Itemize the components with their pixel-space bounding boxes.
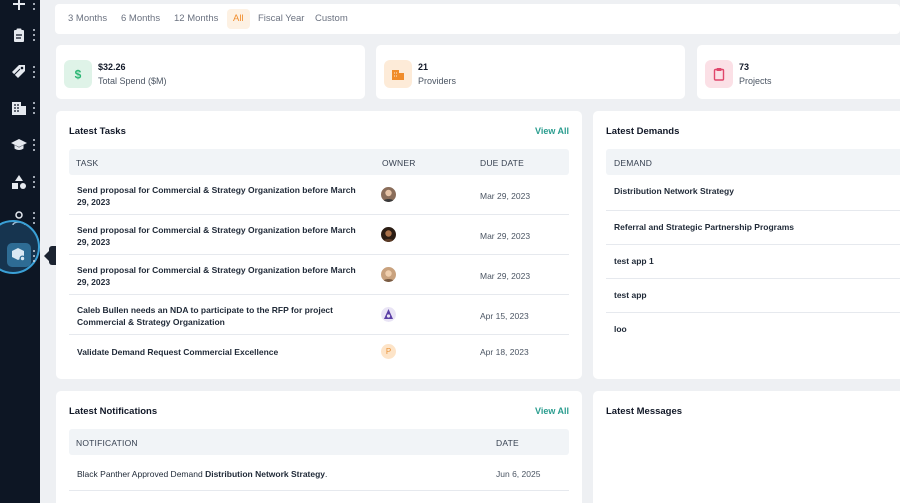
period-3-months[interactable]: 3 Months (62, 9, 113, 29)
more-icon[interactable] (32, 176, 35, 188)
list-item[interactable]: test app (606, 279, 900, 313)
latest-messages-panel: Latest Messages (593, 391, 900, 503)
period-custom[interactable]: Custom (309, 9, 354, 29)
stat-label: Total Spend ($M) (98, 76, 167, 86)
clipboard-icon (11, 27, 27, 43)
sidebar-item-admin[interactable] (7, 243, 31, 267)
task-name[interactable]: Send proposal for Commercial & Strategy … (77, 184, 367, 208)
due-date: Apr 15, 2023 (480, 311, 529, 321)
stat-card-total-spend[interactable]: $ $32.26 Total Spend ($M) (56, 45, 365, 99)
owner-avatar (381, 307, 396, 322)
more-icon[interactable] (32, 66, 35, 78)
demand-name[interactable]: Distribution Network Strategy (614, 186, 734, 196)
table-row[interactable]: Caleb Bullen needs an NDA to participate… (69, 295, 569, 335)
stat-card-providers[interactable]: 21 Providers (376, 45, 685, 99)
sidebar-item-categories[interactable] (0, 168, 40, 196)
view-all-notifications-link[interactable]: View All (535, 406, 569, 416)
column-header-date[interactable]: DATE (496, 438, 519, 448)
shapes-icon (11, 174, 27, 190)
demands-table-header: DEMAND (606, 149, 900, 175)
stat-value: 73 (739, 62, 750, 72)
latest-notifications-panel: Latest Notifications View All NOTIFICATI… (56, 391, 582, 503)
task-name[interactable]: Send proposal for Commercial & Strategy … (77, 224, 367, 248)
list-item[interactable]: test app 1 (606, 245, 900, 279)
owner-avatar (381, 187, 396, 202)
demand-name[interactable]: test app (614, 290, 647, 300)
graduation-cap-icon (11, 137, 27, 153)
sidebar-item-tags[interactable] (0, 58, 40, 86)
notifications-table-header: NOTIFICATION DATE (69, 429, 569, 455)
period-fiscal-year[interactable]: Fiscal Year (252, 9, 310, 29)
task-name[interactable]: Send proposal for Commercial & Strategy … (77, 264, 367, 288)
sidebar-item-tasks[interactable] (0, 21, 40, 49)
sidebar-item-providers[interactable] (0, 94, 40, 122)
more-icon[interactable] (32, 250, 35, 262)
period-12-months[interactable]: 12 Months (168, 9, 224, 29)
task-name[interactable]: Caleb Bullen needs an NDA to participate… (77, 304, 367, 328)
panel-title: Latest Messages (606, 406, 683, 417)
demand-name[interactable]: loo (614, 324, 627, 334)
building-icon (384, 60, 412, 88)
more-icon[interactable] (32, 212, 35, 224)
latest-demands-panel: Latest Demands DEMAND Distribution Netwo… (593, 111, 900, 379)
stat-label: Providers (418, 76, 457, 86)
panel-title: Latest Notifications (69, 406, 158, 417)
tags-icon (11, 64, 27, 80)
due-date: Mar 29, 2023 (480, 191, 531, 201)
column-header-demand[interactable]: DEMAND (614, 158, 652, 168)
demand-name[interactable]: Referral and Strategic Partnership Progr… (614, 222, 794, 232)
period-all[interactable]: All (227, 9, 250, 29)
dollar-icon: $ (64, 60, 92, 88)
stat-label: Projects (739, 76, 772, 86)
owner-avatar (381, 227, 396, 242)
clipboard-icon (705, 60, 733, 88)
sidebar-item-learning[interactable] (0, 131, 40, 159)
list-item[interactable]: Referral and Strategic Partnership Progr… (606, 211, 900, 245)
list-item[interactable]: Distribution Network Strategy (606, 175, 900, 211)
stat-value: 21 (418, 62, 429, 72)
column-header-due-date[interactable]: DUE DATE (480, 158, 524, 168)
sidebar-item-add[interactable] (0, 0, 40, 18)
building-icon (11, 100, 27, 116)
notification-text[interactable]: Black Panther Approved Demand Distributi… (77, 469, 327, 479)
due-date: Apr 18, 2023 (480, 347, 529, 357)
list-item[interactable]: loo (606, 313, 900, 347)
due-date: Mar 29, 2023 (480, 231, 531, 241)
panel-title: Latest Demands (606, 126, 680, 137)
period-6-months[interactable]: 6 Months (115, 9, 166, 29)
table-row[interactable]: Send proposal for Commercial & Strategy … (69, 175, 569, 215)
stat-value: $32.26 (98, 62, 126, 72)
table-row[interactable]: Black Panther Approved Demand Distributi… (69, 455, 569, 491)
due-date: Mar 29, 2023 (480, 271, 531, 281)
more-icon[interactable] (32, 29, 35, 41)
more-icon[interactable] (32, 102, 35, 114)
svg-text:$: $ (75, 68, 82, 82)
plus-icon (11, 0, 27, 12)
table-row[interactable]: Send proposal for Commercial & Strategy … (69, 215, 569, 255)
table-row[interactable]: Validate Demand Request Commercial Excel… (69, 335, 569, 367)
column-header-task[interactable]: TASK (76, 158, 98, 168)
more-icon[interactable] (32, 0, 35, 10)
tasks-table-header: TASK OWNER DUE DATE (69, 149, 569, 175)
owner-avatar: P (381, 344, 396, 359)
more-icon[interactable] (32, 139, 35, 151)
view-all-tasks-link[interactable]: View All (535, 126, 569, 136)
notification-date: Jun 6, 2025 (496, 469, 541, 479)
column-header-owner[interactable]: OWNER (382, 158, 416, 168)
stat-card-projects[interactable]: 73 Projects (697, 45, 900, 99)
demand-name[interactable]: test app 1 (614, 256, 654, 266)
owner-avatar (381, 267, 396, 282)
sidebar (0, 0, 40, 503)
admin-icon (12, 248, 26, 262)
period-filter: 3 Months 6 Months 12 Months All Fiscal Y… (55, 4, 900, 34)
column-header-notification[interactable]: NOTIFICATION (76, 438, 138, 448)
task-name[interactable]: Validate Demand Request Commercial Excel… (77, 346, 367, 358)
table-row[interactable]: Send proposal for Commercial & Strategy … (69, 255, 569, 295)
panel-title: Latest Tasks (69, 126, 126, 137)
latest-tasks-panel: Latest Tasks View All TASK OWNER DUE DAT… (56, 111, 582, 379)
